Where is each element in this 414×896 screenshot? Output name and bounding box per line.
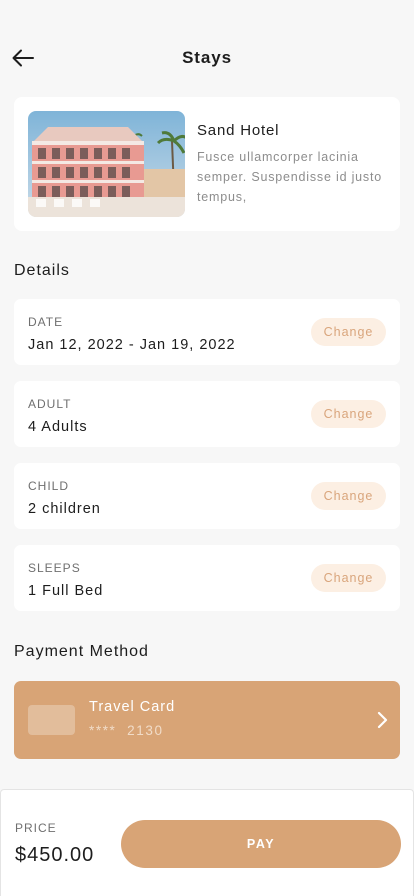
change-date-button[interactable]: Change xyxy=(311,318,386,346)
detail-card-adult: ADULT 4 Adults Change xyxy=(14,381,400,447)
change-sleeps-button[interactable]: Change xyxy=(311,564,386,592)
detail-value: 4 Adults xyxy=(28,419,88,435)
hotel-image xyxy=(28,111,185,217)
pay-button[interactable]: PAY xyxy=(121,820,401,868)
payment-card[interactable]: Travel Card **** 2130 xyxy=(14,681,400,759)
page-title: Stays xyxy=(182,48,232,67)
detail-label: DATE xyxy=(28,315,64,329)
detail-value: 2 children xyxy=(28,501,101,517)
detail-value: 1 Full Bed xyxy=(28,583,104,599)
details-heading: Details xyxy=(14,262,70,279)
detail-label: SLEEPS xyxy=(28,561,81,575)
detail-value: Jan 12, 2022 - Jan 19, 2022 xyxy=(28,337,236,353)
price-value: $450.00 xyxy=(15,844,95,866)
detail-label: CHILD xyxy=(28,479,70,493)
change-child-button[interactable]: Change xyxy=(311,482,386,510)
card-number: **** 2130 xyxy=(89,723,164,738)
hotel-description: Fusce ullamcorper lacinia semper. Suspen… xyxy=(197,150,382,204)
hotel-name: Sand Hotel xyxy=(197,122,280,139)
detail-card-date: DATE Jan 12, 2022 - Jan 19, 2022 Change xyxy=(14,299,400,365)
chevron-right-icon xyxy=(377,711,388,729)
price-label: PRICE xyxy=(15,821,57,835)
payment-method-heading: Payment Method xyxy=(14,643,149,660)
hotel-card[interactable]: Sand Hotel Fusce ullamcorper lacinia sem… xyxy=(14,97,400,231)
detail-label: ADULT xyxy=(28,397,72,411)
header: Stays xyxy=(0,36,414,80)
change-adult-button[interactable]: Change xyxy=(311,400,386,428)
card-name: Travel Card xyxy=(89,699,176,715)
card-icon xyxy=(28,705,75,735)
checkout-bar: PRICE $450.00 PAY xyxy=(0,789,414,896)
detail-card-child: CHILD 2 children Change xyxy=(14,463,400,529)
detail-card-sleeps: SLEEPS 1 Full Bed Change xyxy=(14,545,400,611)
